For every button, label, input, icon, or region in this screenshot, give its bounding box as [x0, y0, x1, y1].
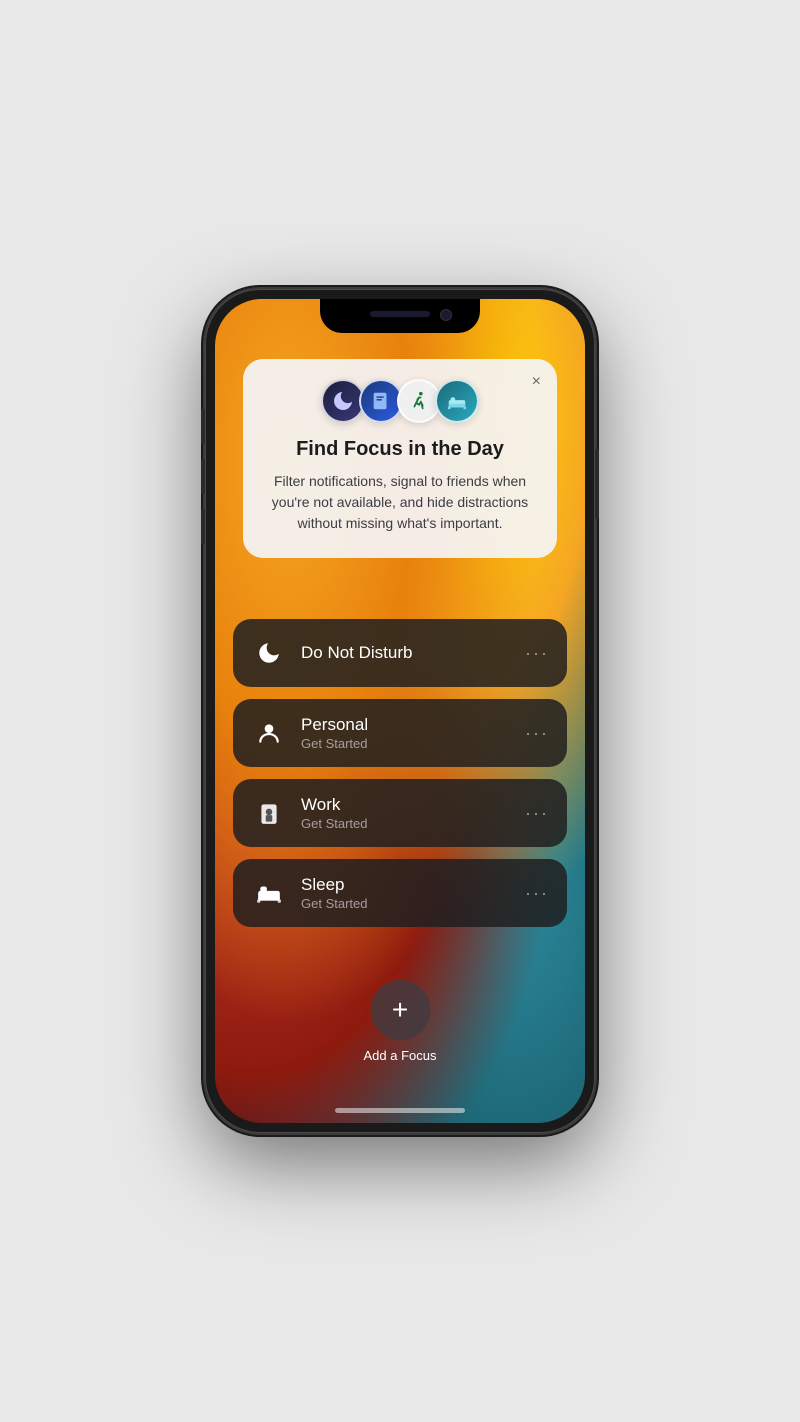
sleep-focus-icon	[435, 379, 479, 423]
add-focus-icon: +	[392, 994, 408, 1026]
focus-icon-row	[265, 379, 535, 423]
focus-list: Do Not Disturb ··· Personal Get Started …	[233, 619, 567, 927]
tooltip-card: ×	[243, 359, 557, 558]
notch-speaker	[370, 311, 430, 317]
do-not-disturb-title: Do Not Disturb	[301, 643, 511, 663]
do-not-disturb-icon	[251, 635, 287, 671]
home-indicator[interactable]	[335, 1108, 465, 1113]
add-focus-button[interactable]: +	[370, 980, 430, 1040]
sleep-more[interactable]: ···	[525, 883, 549, 904]
add-focus-section[interactable]: + Add a Focus	[364, 980, 437, 1063]
add-focus-label: Add a Focus	[364, 1048, 437, 1063]
work-subtitle: Get Started	[301, 816, 511, 831]
personal-title: Personal	[301, 715, 511, 735]
work-title: Work	[301, 795, 511, 815]
work-text: Work Get Started	[301, 795, 511, 831]
focus-item-personal[interactable]: Personal Get Started ···	[233, 699, 567, 767]
focus-item-work[interactable]: Work Get Started ···	[233, 779, 567, 847]
focus-item-do-not-disturb[interactable]: Do Not Disturb ···	[233, 619, 567, 687]
sleep-subtitle: Get Started	[301, 896, 511, 911]
tooltip-title: Find Focus in the Day	[265, 437, 535, 461]
phone-screen: ×	[215, 299, 585, 1123]
focus-item-sleep[interactable]: Sleep Get Started ···	[233, 859, 567, 927]
phone-frame: ×	[205, 289, 595, 1133]
sleep-text: Sleep Get Started	[301, 875, 511, 911]
personal-more[interactable]: ···	[525, 723, 549, 744]
do-not-disturb-text: Do Not Disturb	[301, 643, 511, 663]
notch-camera	[440, 309, 452, 321]
personal-subtitle: Get Started	[301, 736, 511, 751]
do-not-disturb-more[interactable]: ···	[525, 643, 549, 664]
personal-text: Personal Get Started	[301, 715, 511, 751]
sleep-title: Sleep	[301, 875, 511, 895]
sleep-icon	[251, 875, 287, 911]
personal-icon	[251, 715, 287, 751]
close-button[interactable]: ×	[532, 373, 541, 391]
work-icon	[251, 795, 287, 831]
work-more[interactable]: ···	[525, 803, 549, 824]
notch	[320, 299, 480, 333]
tooltip-description: Filter notifications, signal to friends …	[265, 471, 535, 534]
